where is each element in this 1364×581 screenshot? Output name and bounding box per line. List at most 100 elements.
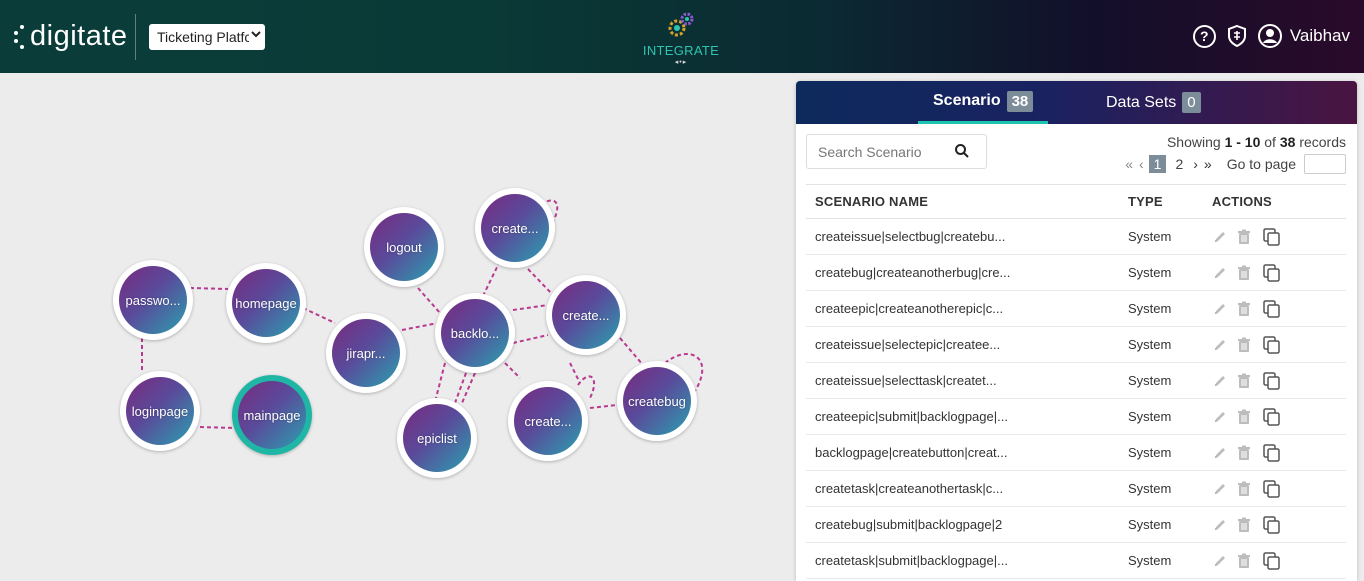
graph-node-homepage[interactable]: homepage: [226, 263, 306, 343]
graph-node-mainpage[interactable]: mainpage: [232, 375, 312, 455]
project-select-value: Ticketing Platfc: [157, 29, 252, 45]
scenario-name[interactable]: createissue|selecttask|createt...: [806, 373, 1128, 388]
copy-icon[interactable]: [1262, 227, 1282, 247]
edit-icon[interactable]: [1212, 373, 1228, 389]
scenario-name[interactable]: createissue|selectepic|createe...: [806, 337, 1128, 352]
last-page-icon[interactable]: »: [1204, 156, 1212, 172]
delete-icon[interactable]: [1237, 301, 1253, 317]
table-row[interactable]: createbug|createanotherbug|cre... System: [806, 255, 1346, 291]
graph-node-create-right[interactable]: create...: [546, 275, 626, 355]
showing-prefix: Showing: [1166, 134, 1221, 150]
copy-icon[interactable]: [1262, 515, 1282, 535]
project-select[interactable]: Ticketing Platfc: [149, 24, 265, 50]
edge: [512, 334, 549, 344]
help-glyph: ?: [1200, 28, 1209, 44]
graph-node-createbug[interactable]: createbug: [617, 361, 697, 441]
copy-icon[interactable]: [1262, 551, 1282, 571]
table-row[interactable]: createtask|submit|backlogpage|... System: [806, 543, 1346, 579]
delete-icon[interactable]: [1237, 517, 1253, 533]
search-placeholder: Search Scenario: [818, 143, 922, 160]
shield-icon[interactable]: [1226, 24, 1248, 48]
delete-icon[interactable]: [1237, 265, 1253, 281]
first-page-icon[interactable]: «: [1125, 156, 1133, 172]
graph-node-create-top[interactable]: create...: [475, 188, 555, 268]
table-row[interactable]: createepic|createanotherepic|c... System: [806, 291, 1346, 327]
delete-icon[interactable]: [1237, 373, 1253, 389]
help-icon[interactable]: ?: [1192, 24, 1216, 48]
table-row[interactable]: createbug|submit|backlogpage|2 System: [806, 507, 1346, 543]
edit-icon[interactable]: [1212, 301, 1228, 317]
table-row[interactable]: createissue|selectepic|createe... System: [806, 327, 1346, 363]
table-row[interactable]: createtask|createanothertask|c... System: [806, 471, 1346, 507]
graph-node-backlog[interactable]: backlo...: [435, 293, 515, 373]
copy-icon[interactable]: [1262, 335, 1282, 355]
scenario-name[interactable]: createtask|submit|backlogpage|...: [806, 553, 1128, 568]
prev-page-icon[interactable]: ‹: [1139, 156, 1144, 172]
edit-icon[interactable]: [1212, 517, 1228, 533]
edge: [302, 307, 336, 324]
edit-icon[interactable]: [1212, 445, 1228, 461]
table-row[interactable]: createissue|selectbug|createbu... System: [806, 219, 1346, 255]
scenario-name[interactable]: createbug|submit|backlogpage|2: [806, 517, 1128, 532]
table-row[interactable]: backlogpage|createbutton|creat... System: [806, 435, 1346, 471]
delete-icon[interactable]: [1237, 481, 1253, 497]
graph-node-jirapr[interactable]: jirapr...: [326, 313, 406, 393]
node-label: create...: [552, 281, 620, 349]
col-type[interactable]: TYPE: [1128, 194, 1212, 209]
scenario-name[interactable]: backlogpage|createbutton|creat...: [806, 445, 1128, 460]
page-1[interactable]: 1: [1148, 155, 1167, 173]
node-label: logout: [370, 213, 438, 281]
copy-icon[interactable]: [1262, 299, 1282, 319]
scenario-name[interactable]: createepic|createanotherepic|c...: [806, 301, 1128, 316]
user-name[interactable]: Vaibhav: [1290, 26, 1350, 46]
graph-node-create-bottom[interactable]: create...: [508, 381, 588, 461]
next-page-icon[interactable]: ›: [1193, 156, 1198, 172]
edit-icon[interactable]: [1212, 553, 1228, 569]
node-label: create...: [514, 387, 582, 455]
table-row[interactable]: createepic|submit|backlogpage|... System: [806, 399, 1346, 435]
copy-icon[interactable]: [1262, 263, 1282, 283]
graph-node-loginpage[interactable]: loginpage: [120, 371, 200, 451]
logo-dots-icon: [14, 21, 28, 51]
search-icon[interactable]: [954, 143, 970, 162]
scenario-name[interactable]: createtask|createanothertask|c...: [806, 481, 1128, 496]
delete-icon[interactable]: [1237, 553, 1253, 569]
graph-node-password[interactable]: passwo...: [113, 260, 193, 340]
edit-icon[interactable]: [1212, 409, 1228, 425]
edit-icon[interactable]: [1212, 265, 1228, 281]
scenario-graph[interactable]: passwo... homepage loginpage mainpage ji…: [0, 73, 790, 581]
edit-icon[interactable]: [1212, 337, 1228, 353]
copy-icon[interactable]: [1262, 479, 1282, 499]
edit-icon[interactable]: [1212, 481, 1228, 497]
integrate-module[interactable]: INTEGRATE ◂•▸: [636, 10, 726, 66]
tab-data-sets[interactable]: Data Sets 0: [1106, 81, 1201, 124]
scenario-name[interactable]: createepic|submit|backlogpage|...: [806, 409, 1128, 424]
copy-icon[interactable]: [1262, 371, 1282, 391]
row-actions: [1212, 515, 1282, 535]
delete-icon[interactable]: [1237, 337, 1253, 353]
col-actions: ACTIONS: [1212, 194, 1272, 209]
module-switch-indicator[interactable]: ◂•▸: [636, 58, 726, 66]
delete-icon[interactable]: [1237, 409, 1253, 425]
goto-page-input[interactable]: [1304, 154, 1346, 174]
scenario-name[interactable]: createissue|selectbug|createbu...: [806, 229, 1128, 244]
tab-scenario[interactable]: Scenario 38: [918, 81, 1049, 124]
edit-icon[interactable]: [1212, 229, 1228, 245]
tab-data-sets-label: Data Sets: [1106, 93, 1177, 111]
page-2[interactable]: 2: [1170, 155, 1188, 173]
search-scenario-input[interactable]: Search Scenario: [806, 134, 987, 169]
edge: [401, 322, 439, 331]
delete-icon[interactable]: [1237, 445, 1253, 461]
digitate-logo[interactable]: digitate: [14, 18, 128, 54]
delete-icon[interactable]: [1237, 229, 1253, 245]
col-scenario-name[interactable]: SCENARIO NAME: [806, 194, 1128, 209]
graph-node-logout[interactable]: logout: [364, 207, 444, 287]
user-avatar-icon[interactable]: [1257, 24, 1282, 48]
table-header: SCENARIO NAME TYPE ACTIONS: [806, 184, 1346, 219]
graph-node-epiclist[interactable]: epiclist: [397, 398, 477, 478]
row-actions: [1212, 263, 1282, 283]
scenario-name[interactable]: createbug|createanotherbug|cre...: [806, 265, 1128, 280]
copy-icon[interactable]: [1262, 407, 1282, 427]
table-row[interactable]: createissue|selecttask|createt... System: [806, 363, 1346, 399]
copy-icon[interactable]: [1262, 443, 1282, 463]
